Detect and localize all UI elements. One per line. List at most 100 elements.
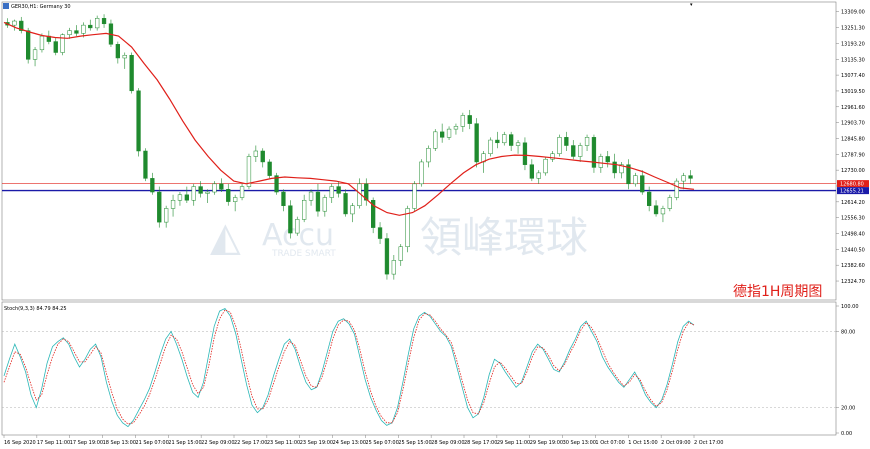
price-chart[interactable]: GER30,H1: Germany 30 ▾ ◭ Accu 領峰環球 TRADE…: [0, 0, 870, 449]
time-tick-label: 18 Sep 13:00: [103, 440, 136, 446]
candle-body: [377, 227, 383, 239]
candle-body: [536, 172, 541, 179]
watermark-brand-cn: 領峰環球: [420, 213, 588, 262]
candle-body: [605, 156, 610, 163]
candle-body: [295, 219, 300, 234]
support-tag-label: 12655.21: [840, 189, 864, 195]
candle-body: [12, 20, 17, 26]
candle-body: [433, 131, 438, 149]
candle-body: [495, 139, 500, 144]
candle-body: [467, 115, 472, 124]
time-tick-label: 23 Sep 19:00: [300, 440, 333, 446]
candle-body: [39, 35, 45, 51]
candle-body: [191, 186, 196, 201]
candle-body: [557, 137, 562, 154]
candle-body: [640, 175, 645, 193]
candle-body: [350, 205, 355, 215]
candle-body: [88, 24, 93, 29]
candle-body: [32, 49, 38, 60]
candle-body: [74, 30, 79, 34]
candle-body: [205, 191, 210, 194]
bid-tag-label: 12680.80: [840, 182, 864, 188]
candle-body: [529, 164, 534, 179]
candle-body: [571, 145, 576, 157]
candle-body: [653, 205, 659, 215]
candle-body: [219, 183, 224, 190]
candle-body: [95, 18, 100, 29]
candle-body: [26, 30, 31, 60]
candle-body: [322, 197, 327, 212]
candle-body: [578, 145, 583, 157]
time-tick-label: 17 Sep 11:00: [37, 440, 70, 446]
price-tick-label: 12903.70: [841, 121, 865, 127]
candle-body: [688, 175, 693, 179]
symbol-header: GER30,H1: Germany 30: [3, 3, 71, 10]
candle-body: [239, 186, 245, 198]
stoch-tick-label: 20.00: [841, 406, 855, 412]
time-tick-label: 28 Sep 17:00: [464, 440, 497, 446]
candle-body: [584, 137, 590, 146]
time-tick-label: 21 Sep 15:00: [168, 440, 201, 446]
time-tick-label: 23 Sep 11:00: [267, 440, 300, 446]
price-tick-label: 13193.20: [841, 41, 865, 47]
time-tick-label: 22 Sep 09:00: [201, 440, 234, 446]
candle-body: [246, 156, 252, 187]
candle-body: [157, 191, 162, 223]
price-tick-label: 13135.30: [841, 57, 865, 63]
candle-body: [522, 142, 528, 165]
symbol-title: GER30,H1: Germany 30: [11, 4, 71, 10]
candle-body: [412, 183, 417, 209]
price-tick-label: 12556.30: [841, 216, 865, 222]
candle-body: [488, 139, 493, 154]
time-tick-label: 28 Sep 09:00: [431, 440, 464, 446]
candle-body: [660, 208, 666, 215]
candle-body: [336, 186, 341, 194]
candle-body: [440, 131, 445, 138]
time-tick-label: 17 Sep 19:00: [70, 440, 103, 446]
candle-body: [667, 197, 672, 209]
candle-body: [681, 175, 686, 182]
candle-body: [164, 208, 169, 223]
stoch-tick-label: 80.00: [841, 329, 855, 335]
candle-body: [212, 183, 217, 193]
candle-body: [647, 191, 652, 206]
candle-body: [170, 199, 176, 209]
time-tick-label: 29 Sep 11:00: [497, 440, 530, 446]
price-tick-label: 13019.50: [841, 89, 865, 95]
time-tick-label: 22 Sep 17:00: [234, 440, 267, 446]
candle-body: [53, 41, 58, 53]
stoch-tick-label: 0.00: [841, 431, 852, 437]
stoch-header: Stoch(9,3,3) 84.79 84.25: [4, 306, 67, 312]
candle-body: [612, 161, 617, 174]
candle-body: [267, 161, 272, 176]
time-tick-label: 25 Sep 07:00: [365, 440, 398, 446]
candle-body: [260, 150, 265, 163]
price-tick-label: 13077.40: [841, 73, 865, 79]
watermark-tagline: TRADE SMART: [271, 249, 336, 259]
candle-body: [177, 194, 183, 201]
candle-body: [426, 148, 431, 163]
candle-body: [509, 134, 514, 146]
time-tick-label: 2 Oct 09:00: [661, 440, 690, 446]
candle-body: [674, 180, 679, 198]
candle-body: [143, 150, 148, 179]
price-tick-label: 12498.40: [841, 232, 865, 238]
candle-body: [598, 156, 603, 168]
candle-body: [308, 191, 314, 201]
time-tick-label: 21 Sep 07:00: [135, 440, 168, 446]
price-tick-label: 12440.50: [841, 247, 865, 253]
candle-body: [460, 115, 465, 127]
time-tick-label: 2 Oct 17:00: [694, 440, 723, 446]
candle-body: [101, 18, 107, 25]
candle-body: [543, 158, 548, 174]
candle-body: [384, 238, 390, 275]
candle-body: [398, 246, 403, 261]
candle-body: [136, 90, 141, 152]
candle-body: [391, 260, 396, 275]
candle-body: [288, 205, 293, 234]
time-tick-label: 24 Sep 13:00: [333, 440, 366, 446]
candle-body: [564, 137, 569, 146]
time-tick-label: 29 Sep 19:00: [530, 440, 563, 446]
price-tick-label: 13251.30: [841, 26, 865, 32]
candle-body: [315, 191, 321, 212]
